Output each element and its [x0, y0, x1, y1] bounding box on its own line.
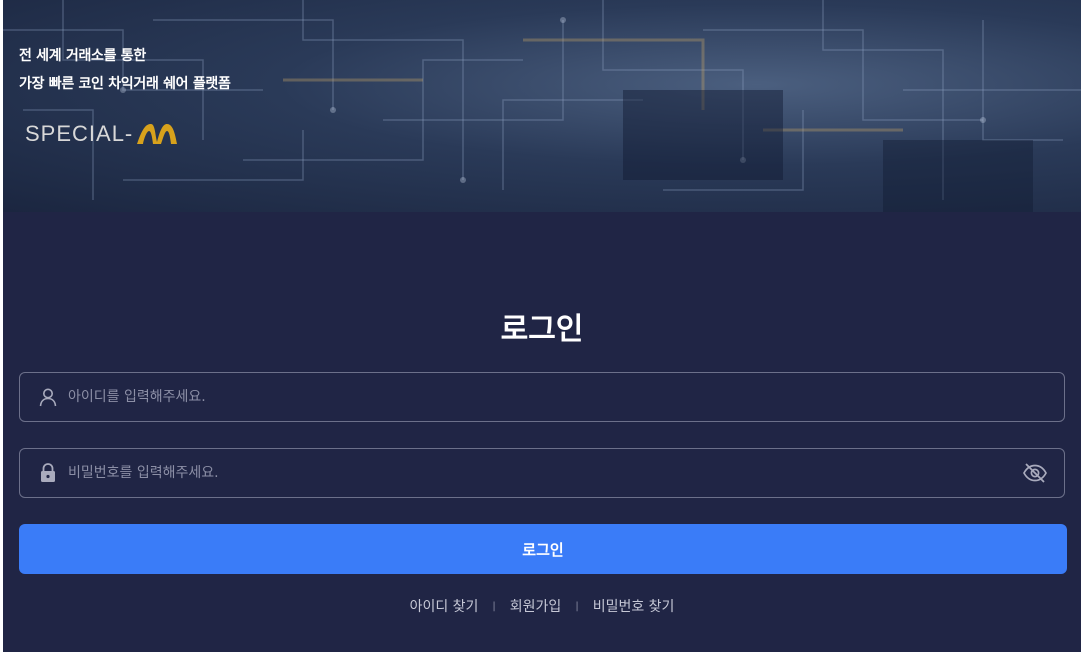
find-password-link[interactable]: 비밀번호 찾기	[593, 596, 675, 616]
link-separator: |	[575, 600, 579, 612]
hero-banner: 전 세계 거래소를 통한 가장 빠른 코인 차익거래 쉐어 플랫폼 SPECIA…	[3, 0, 1081, 212]
password-field[interactable]	[19, 448, 1065, 498]
user-icon	[38, 387, 58, 407]
hero-headline-line2: 가장 빠른 코인 차익거래 쉐어 플랫폼	[19, 76, 231, 92]
svg-text:M: M	[135, 122, 136, 123]
brand-logo[interactable]: SPECIAL- M	[25, 121, 179, 147]
page-title: 로그인	[500, 312, 584, 347]
login-panel: 로그인 아이디를 입력해주세요. 로그인 아이디 찾기 | 회원가입 | 비밀번…	[3, 212, 1081, 652]
circuit-background	[3, 0, 1081, 212]
login-page: 전 세계 거래소를 통한 가장 빠른 코인 차익거래 쉐어 플랫폼 SPECIA…	[0, 0, 1081, 652]
logo-m-mark: M	[135, 122, 178, 144]
logo-wordmark: SPECIAL-	[25, 121, 134, 146]
eye-off-icon[interactable]	[1022, 462, 1048, 484]
id-input[interactable]	[68, 373, 1064, 421]
signup-link[interactable]: 회원가입	[510, 596, 562, 616]
link-separator: |	[492, 600, 496, 612]
hero-headline-line1: 전 세계 거래소를 통한	[19, 48, 146, 64]
lock-icon	[38, 463, 58, 483]
login-button[interactable]: 로그인	[19, 524, 1067, 574]
password-input[interactable]	[68, 449, 1022, 497]
find-id-link[interactable]: 아이디 찾기	[410, 596, 479, 616]
id-field[interactable]	[19, 372, 1065, 422]
auth-links: 아이디 찾기 | 회원가입 | 비밀번호 찾기	[3, 596, 1081, 616]
